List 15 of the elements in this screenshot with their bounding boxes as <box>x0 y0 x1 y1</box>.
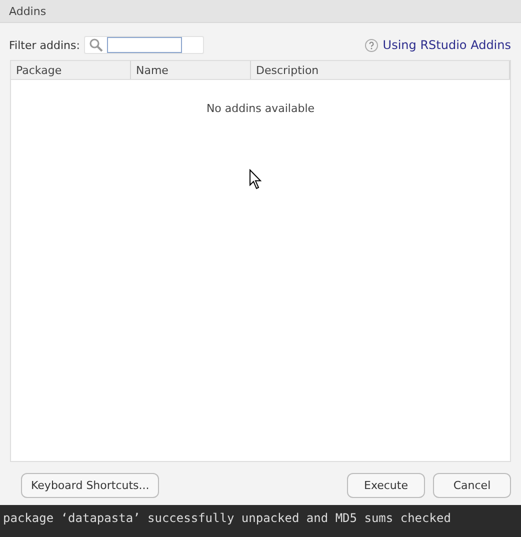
help-link[interactable]: Using RStudio Addins <box>364 38 511 52</box>
console-output: package ‘datapasta’ successfully unpacked and MD5 sums checked <box>0 505 521 537</box>
filter-field[interactable] <box>84 36 204 54</box>
column-header[interactable]: Package <box>11 61 131 79</box>
window-title: Addins <box>9 4 46 18</box>
cancel-button[interactable]: Cancel <box>433 473 511 498</box>
column-header[interactable]: Name <box>131 61 251 79</box>
keyboard-shortcuts-button[interactable]: Keyboard Shortcuts... <box>21 473 160 498</box>
mouse-pointer-icon <box>249 169 262 190</box>
column-header[interactable]: Description <box>251 61 510 79</box>
empty-message: No addins available <box>206 102 315 115</box>
execute-button[interactable]: Execute <box>347 473 425 498</box>
search-icon <box>88 38 103 52</box>
filter-label: Filter addins: <box>9 38 80 52</box>
help-icon <box>364 38 378 52</box>
